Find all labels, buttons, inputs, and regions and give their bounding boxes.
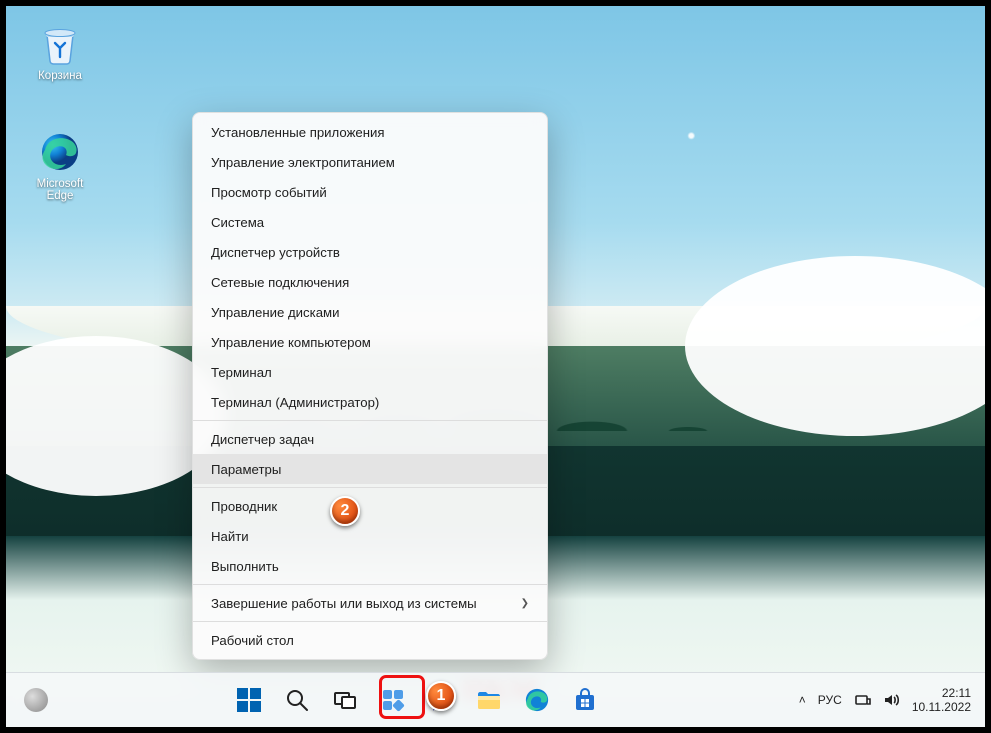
menu-item-label: Параметры — [211, 462, 281, 477]
menu-item-label: Установленные приложения — [211, 125, 385, 140]
clock-date: 10.11.2022 — [912, 700, 971, 714]
volume-icon[interactable] — [882, 691, 900, 709]
desktop-icon-label: Корзина — [38, 70, 82, 82]
menu-item-label: Управление дисками — [211, 305, 339, 320]
file-explorer-button[interactable] — [468, 679, 510, 721]
store-button[interactable] — [564, 679, 606, 721]
widgets-button[interactable] — [372, 679, 414, 721]
menu-item-label: Диспетчер задач — [211, 432, 314, 447]
recycle-bin-icon — [38, 22, 82, 66]
menu-item-label: Диспетчер устройств — [211, 245, 340, 260]
taskbar-center — [36, 679, 799, 721]
menu-item-label: Управление электропитанием — [211, 155, 395, 170]
menu-item-label: Терминал — [211, 365, 272, 380]
menu-item[interactable]: Проводник — [193, 491, 547, 521]
menu-item[interactable]: Завершение работы или выход из системы ❯ — [193, 588, 547, 618]
menu-item-label: Проводник — [211, 499, 277, 514]
menu-item-label: Рабочий стол — [211, 633, 294, 648]
desktop-icon-recycle-bin[interactable]: Корзина — [22, 22, 98, 82]
annotation-badge-2: 2 — [330, 496, 360, 526]
menu-item-label: Просмотр событий — [211, 185, 327, 200]
menu-item[interactable]: Терминал (Администратор) — [193, 387, 547, 417]
menu-item-label: Сетевые подключения — [211, 275, 349, 290]
menu-item[interactable]: Управление компьютером — [193, 327, 547, 357]
menu-item[interactable]: Рабочий стол — [193, 625, 547, 655]
taskbar-right: ˄ РУС 22:11 10.11.2022 — [799, 686, 985, 715]
desktop-icon-edge[interactable]: Microsoft Edge — [22, 130, 98, 202]
menu-separator — [193, 487, 547, 488]
menu-item-label: Найти — [211, 529, 249, 544]
menu-item[interactable]: Параметры — [193, 454, 547, 484]
menu-separator — [193, 621, 547, 622]
menu-item[interactable]: Система — [193, 207, 547, 237]
menu-item-label: Система — [211, 215, 264, 230]
menu-item-label: Терминал (Администратор) — [211, 395, 379, 410]
menu-item[interactable]: Диспетчер задач — [193, 424, 547, 454]
menu-item[interactable]: Управление дисками — [193, 297, 547, 327]
menu-item-label: Выполнить — [211, 559, 279, 574]
desktop[interactable]: Корзина Microsoft Edge Установленные при… — [6, 6, 985, 727]
menu-item-label: Завершение работы или выход из системы — [211, 596, 477, 611]
menu-item[interactable]: Выполнить — [193, 551, 547, 581]
menu-separator — [193, 584, 547, 585]
menu-item[interactable]: Управление электропитанием — [193, 147, 547, 177]
network-icon[interactable] — [854, 691, 872, 709]
menu-item-label: Управление компьютером — [211, 335, 371, 350]
clock-time: 22:11 — [912, 686, 971, 700]
taskbar-clock[interactable]: 22:11 10.11.2022 — [912, 686, 971, 715]
menu-item[interactable]: Сетевые подключения — [193, 267, 547, 297]
desktop-icon-label: Microsoft Edge — [37, 178, 84, 202]
start-context-menu: Установленные приложения Управление элект… — [192, 112, 548, 660]
menu-item[interactable]: Терминал — [193, 357, 547, 387]
taskbar: ˄ РУС 22:11 10.11.2022 — [6, 672, 985, 727]
menu-item[interactable]: Установленные приложения — [193, 117, 547, 147]
start-button[interactable] — [228, 679, 270, 721]
task-view-button[interactable] — [324, 679, 366, 721]
search-button[interactable] — [276, 679, 318, 721]
edge-icon — [38, 130, 82, 174]
menu-item[interactable]: Найти — [193, 521, 547, 551]
menu-item[interactable]: Диспетчер устройств — [193, 237, 547, 267]
menu-item[interactable]: Просмотр событий — [193, 177, 547, 207]
tray-chevron[interactable]: ˄ — [799, 693, 806, 707]
chevron-right-icon: ❯ — [521, 598, 529, 609]
edge-taskbar-button[interactable] — [516, 679, 558, 721]
menu-separator — [193, 420, 547, 421]
annotation-badge-1: 1 — [426, 681, 456, 711]
language-indicator[interactable]: РУС — [818, 693, 842, 707]
